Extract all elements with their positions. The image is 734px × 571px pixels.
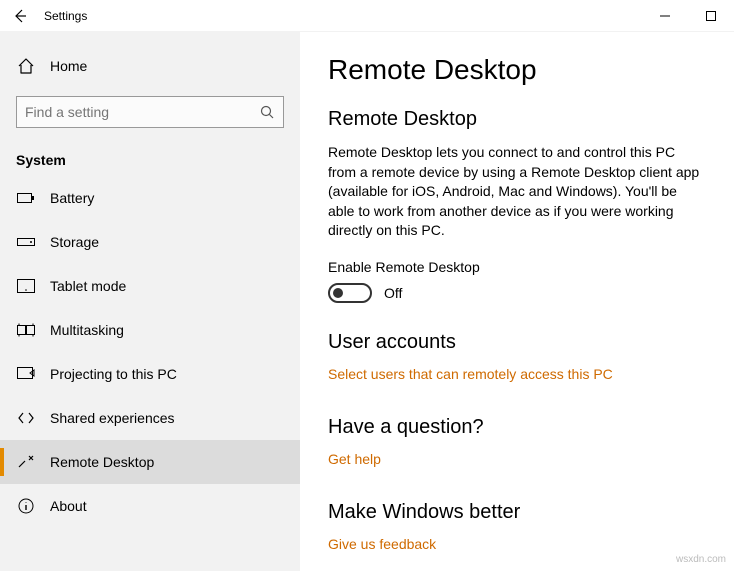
home-label: Home [50, 58, 87, 74]
sidebar-item-label: Battery [50, 190, 94, 206]
search-box[interactable] [16, 96, 284, 128]
sidebar-item-multitasking[interactable]: Multitasking [0, 308, 300, 352]
titlebar: Settings [0, 0, 734, 32]
tablet-icon [16, 279, 36, 293]
search-icon [259, 105, 275, 119]
home-nav[interactable]: Home [0, 44, 300, 88]
remote-desktop-description: Remote Desktop lets you connect to and c… [328, 143, 706, 241]
content-area: Home System Battery Storage Tablet [0, 32, 734, 571]
shared-icon [16, 411, 36, 425]
multitasking-icon [16, 323, 36, 337]
window-controls [642, 0, 734, 32]
sidebar-item-shared-experiences[interactable]: Shared experiences [0, 396, 300, 440]
sidebar-item-storage[interactable]: Storage [0, 220, 300, 264]
battery-icon [16, 192, 36, 204]
sidebar-item-label: Multitasking [50, 322, 124, 338]
home-icon [16, 57, 36, 75]
toggle-label: Enable Remote Desktop [328, 259, 706, 275]
sidebar-item-projecting[interactable]: Projecting to this PC [0, 352, 300, 396]
watermark: wsxdn.com [676, 554, 726, 565]
sidebar-item-label: About [50, 498, 87, 514]
sidebar-item-battery[interactable]: Battery [0, 176, 300, 220]
remote-desktop-icon [16, 455, 36, 469]
projecting-icon [16, 367, 36, 381]
section-title-question: Have a question? [328, 416, 706, 439]
sidebar-item-label: Projecting to this PC [50, 366, 177, 382]
section-title-feedback: Make Windows better [328, 501, 706, 524]
sidebar-item-tablet-mode[interactable]: Tablet mode [0, 264, 300, 308]
main-panel: Remote Desktop Remote Desktop Remote Des… [300, 32, 734, 571]
toggle-state: Off [384, 285, 402, 301]
select-users-link[interactable]: Select users that can remotely access th… [328, 366, 613, 382]
back-arrow-icon [12, 8, 28, 24]
sidebar: Home System Battery Storage Tablet [0, 32, 300, 571]
category-header: System [0, 144, 300, 176]
section-title-remote-desktop: Remote Desktop [328, 108, 706, 131]
page-title: Remote Desktop [328, 54, 706, 86]
feedback-link[interactable]: Give us feedback [328, 536, 436, 552]
sidebar-item-label: Storage [50, 234, 99, 250]
sidebar-item-remote-desktop[interactable]: Remote Desktop [0, 440, 300, 484]
sidebar-item-label: Remote Desktop [50, 454, 154, 470]
storage-icon [16, 236, 36, 248]
maximize-icon [706, 11, 716, 21]
toggle-knob-icon [333, 288, 343, 298]
sidebar-item-label: Shared experiences [50, 410, 175, 426]
section-title-user-accounts: User accounts [328, 331, 706, 354]
sidebar-item-label: Tablet mode [50, 278, 126, 294]
get-help-link[interactable]: Get help [328, 451, 381, 467]
maximize-button[interactable] [688, 0, 734, 32]
back-button[interactable] [0, 0, 40, 32]
minimize-icon [660, 11, 670, 21]
sidebar-item-about[interactable]: About [0, 484, 300, 528]
enable-remote-desktop-toggle-row: Off [328, 283, 706, 303]
about-icon [16, 498, 36, 514]
app-title: Settings [40, 9, 87, 23]
search-input[interactable] [25, 104, 259, 120]
minimize-button[interactable] [642, 0, 688, 32]
enable-remote-desktop-toggle[interactable] [328, 283, 372, 303]
